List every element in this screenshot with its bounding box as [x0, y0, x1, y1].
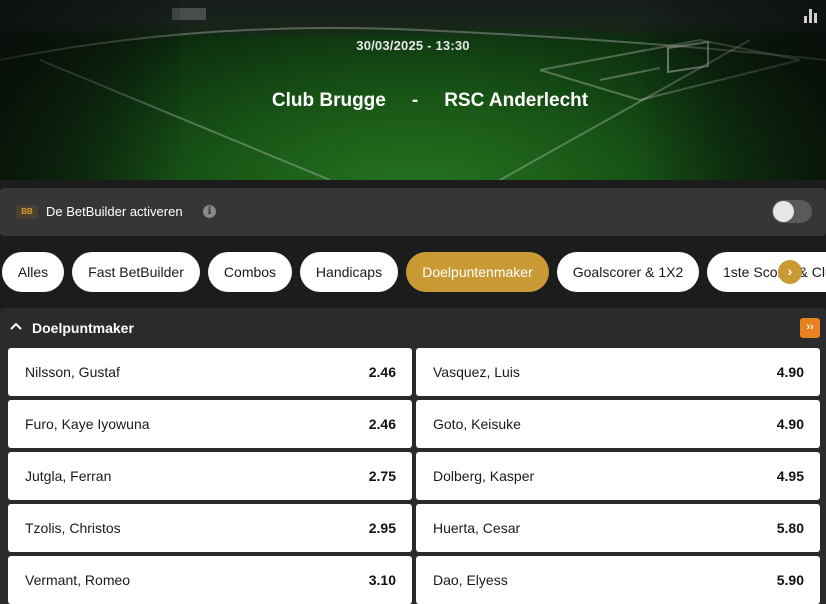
player-name: Dolberg, Kasper [433, 468, 535, 484]
odd-price: 2.95 [368, 520, 396, 536]
odd-button[interactable]: Vermant, Romeo 3.10 [8, 556, 412, 604]
teams-separator: - [411, 90, 419, 111]
odd-button[interactable]: Goto, Keisuke 4.90 [416, 400, 820, 448]
chevron-up-icon[interactable] [10, 322, 22, 330]
player-name: Jutgla, Ferran [25, 468, 112, 484]
betbuilder-label: De BetBuilder activeren [46, 204, 183, 219]
market-title: Doelpuntmaker [32, 320, 134, 336]
player-name: Goto, Keisuke [433, 416, 521, 432]
toggle-knob [773, 201, 794, 222]
chip-alles[interactable]: Alles [2, 252, 64, 292]
odd-button[interactable]: Tzolis, Christos 2.95 [8, 504, 412, 552]
odd-price: 2.75 [368, 468, 396, 484]
odd-button[interactable]: Dolberg, Kasper 4.95 [416, 452, 820, 500]
odd-price: 4.90 [776, 416, 804, 432]
odd-price: 2.46 [368, 416, 396, 432]
match-datetime: 30/03/2025 - 13:30 [356, 38, 470, 53]
odd-button[interactable]: Huerta, Cesar 5.80 [416, 504, 820, 552]
odd-price: 2.46 [368, 364, 396, 380]
chip-goalscorer-1x2[interactable]: Goalscorer & 1X2 [557, 252, 699, 292]
chip-fast-betbuilder[interactable]: Fast BetBuilder [72, 252, 200, 292]
odd-price: 4.90 [776, 364, 804, 380]
stats-icon[interactable] [804, 9, 818, 23]
player-name: Nilsson, Gustaf [25, 364, 120, 380]
player-name: Furo, Kaye Iyowuna [25, 416, 150, 432]
odd-price: 4.95 [776, 468, 804, 484]
odd-button[interactable]: Jutgla, Ferran 2.75 [8, 452, 412, 500]
market-filter-chips: Alles Fast BetBuilder Combos Handicaps D… [0, 252, 826, 292]
player-name: Dao, Elyess [433, 572, 508, 588]
odd-button[interactable]: Nilsson, Gustaf 2.46 [8, 348, 412, 396]
match-teams: Club Brugge - RSC Anderlecht [0, 90, 826, 112]
odd-button[interactable]: Vasquez, Luis 4.90 [416, 348, 820, 396]
betbuilder-toggle[interactable] [772, 200, 812, 223]
player-name: Vasquez, Luis [433, 364, 520, 380]
odd-button[interactable]: Dao, Elyess 5.90 [416, 556, 820, 604]
chevron-right-icon[interactable]: › [778, 260, 802, 284]
chip-handicaps[interactable]: Handicaps [300, 252, 398, 292]
odd-price: 5.90 [776, 572, 804, 588]
player-name: Vermant, Romeo [25, 572, 131, 588]
odd-price: 3.10 [368, 572, 396, 588]
odd-price: 5.80 [776, 520, 804, 536]
home-team: Club Brugge [271, 90, 386, 111]
chip-doelpuntenmaker[interactable]: Doelpuntenmaker [406, 252, 549, 292]
expand-icon[interactable]: ›› [800, 318, 820, 338]
player-name: Tzolis, Christos [25, 520, 121, 536]
chip-1ste-scorer[interactable]: 1ste Scorer & Clu [707, 252, 826, 292]
player-name: Huerta, Cesar [433, 520, 521, 536]
odd-button[interactable]: Furo, Kaye Iyowuna 2.46 [8, 400, 412, 448]
chip-combos[interactable]: Combos [208, 252, 292, 292]
info-icon[interactable]: i [203, 205, 216, 218]
away-team: RSC Anderlecht [444, 90, 589, 111]
betbuilder-badge-icon: BB [16, 205, 38, 219]
betbuilder-bar: BB De BetBuilder activeren [0, 188, 826, 236]
